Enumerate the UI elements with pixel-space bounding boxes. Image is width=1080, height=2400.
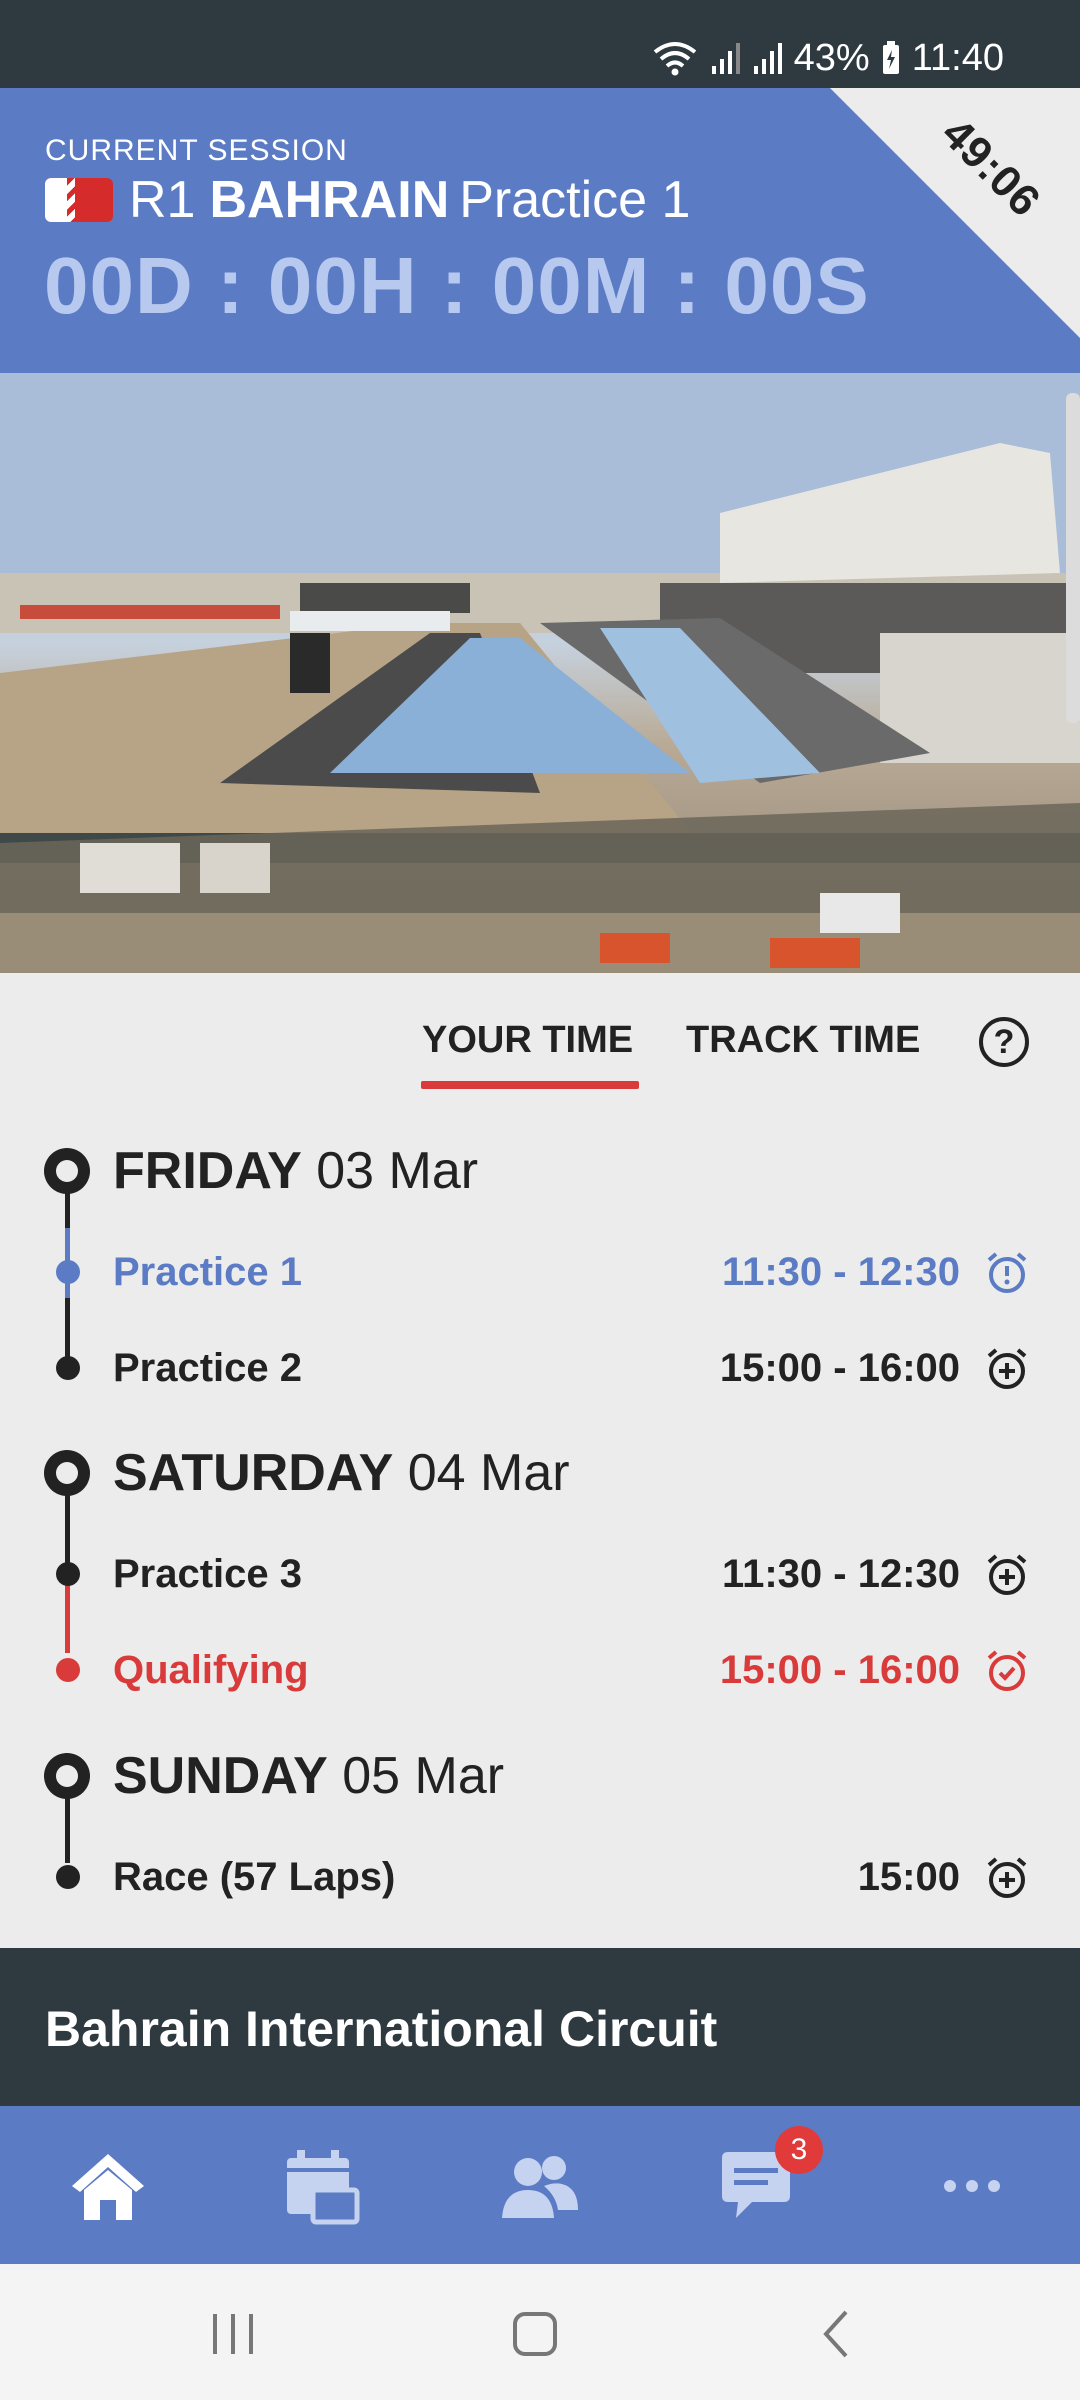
more-icon[interactable] (932, 2146, 1012, 2226)
session-time-practice-3: 11:30 - 12:30 (722, 1552, 960, 1596)
home-button-icon[interactable] (505, 2304, 565, 2364)
calendar-icon[interactable] (283, 2146, 363, 2226)
battery-icon (882, 41, 899, 74)
day-marker (44, 1450, 90, 1496)
signal-icon (711, 43, 740, 74)
session-name-race[interactable]: Race (57 Laps) (113, 1855, 395, 1900)
tab-track-time[interactable]: TRACK TIME (686, 1019, 920, 1062)
session-time-race: 15:00 (857, 1855, 960, 1899)
alarm-add-icon[interactable] (985, 1856, 1029, 1900)
help-icon[interactable]: ? (979, 1017, 1029, 1067)
people-icon[interactable] (500, 2146, 580, 2226)
status-bar: 43% 11:40 (0, 0, 1080, 88)
circuit-name: Bahrain International Circuit (45, 2001, 718, 2057)
current-session-label: CURRENT SESSION (45, 134, 348, 167)
session-dot (56, 1562, 80, 1586)
app-screen: 43% 11:40 49:06 CURRENT SESSION R1 BAHRA… (0, 0, 1080, 2400)
circuit-info-bar[interactable]: Bahrain International Circuit (0, 1948, 1080, 2106)
session-dot (56, 1658, 80, 1682)
active-tab-indicator (421, 1081, 639, 1089)
session-name-practice-3[interactable]: Practice 3 (113, 1552, 302, 1597)
session-name-practice-1[interactable]: Practice 1 (113, 1250, 302, 1295)
bahrain-flag-icon (45, 178, 113, 222)
system-navigation-bar (0, 2264, 1080, 2400)
session-time-practice-2: 15:00 - 16:00 (719, 1346, 960, 1390)
day-marker (44, 1753, 90, 1799)
session-name-practice-2[interactable]: Practice 2 (113, 1346, 302, 1391)
alarm-add-icon[interactable] (985, 1347, 1029, 1391)
alarm-add-icon[interactable] (985, 1553, 1029, 1597)
home-icon[interactable] (68, 2146, 148, 2226)
session-dot (56, 1260, 80, 1284)
round-number: R1 (129, 171, 196, 229)
countdown-timer: 00D : 00H : 00M : 00S (44, 241, 870, 330)
session-dot (56, 1865, 80, 1889)
chat-badge: 3 (775, 2126, 823, 2174)
back-icon[interactable] (808, 2304, 868, 2364)
time-mode-tabs: YOUR TIME TRACK TIME ? (0, 973, 1080, 1103)
session-name-qualifying[interactable]: Qualifying (113, 1648, 309, 1693)
country-name: BAHRAIN (209, 171, 450, 229)
alarm-active-icon[interactable] (985, 1251, 1029, 1295)
current-session-header[interactable]: 49:06 CURRENT SESSION R1 BAHRAIN Practic… (0, 88, 1080, 373)
battery-percent: 43% (793, 36, 870, 79)
tab-your-time[interactable]: YOUR TIME (422, 1019, 633, 1062)
timeline-segment-alarm (65, 1583, 70, 1653)
signal-icon-2 (753, 43, 782, 74)
session-time-qualifying: 15:00 - 16:00 (719, 1648, 960, 1692)
day-header-sunday: SUNDAY 05 Mar (113, 1747, 505, 1805)
session-dot (56, 1356, 80, 1380)
day-header-saturday: SATURDAY 04 Mar (113, 1444, 570, 1502)
circuit-photo (0, 373, 1080, 973)
day-marker (44, 1148, 90, 1194)
wifi-icon (653, 42, 696, 76)
session-time-practice-1: 11:30 - 12:30 (722, 1250, 960, 1294)
alarm-set-icon[interactable] (985, 1649, 1029, 1693)
session-title: R1 BAHRAIN Practice 1 (45, 170, 690, 230)
day-header-friday: FRIDAY 03 Mar (113, 1142, 479, 1200)
session-name: Practice 1 (459, 171, 691, 229)
recent-apps-icon[interactable] (203, 2304, 263, 2364)
clock: 11:40 (911, 36, 1004, 79)
bottom-navigation: 3 (0, 2106, 1080, 2264)
circuit-image (0, 373, 1080, 973)
weekend-schedule: FRIDAY 03 Mar Practice 1 11:30 - 12:30 P… (0, 1103, 1080, 1948)
